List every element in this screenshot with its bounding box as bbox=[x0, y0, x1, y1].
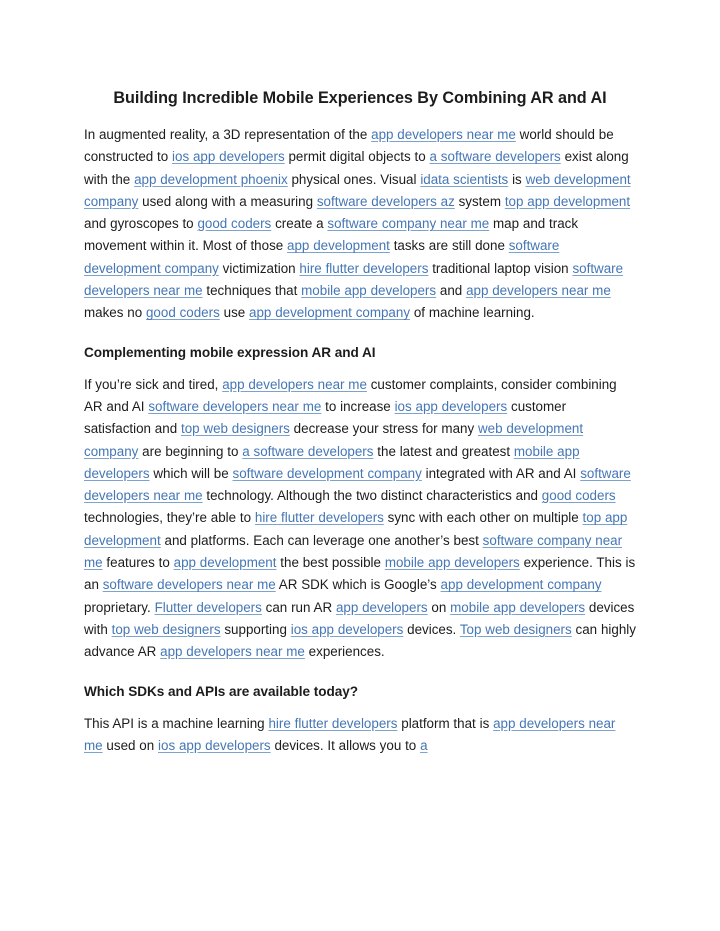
document-content: Building Incredible Mobile Experiences B… bbox=[84, 84, 636, 757]
inline-text: devices. bbox=[403, 621, 460, 637]
inline-text: features to bbox=[102, 555, 174, 571]
inline-text: the best possible bbox=[276, 555, 385, 571]
inline-link[interactable]: a software developers bbox=[430, 149, 561, 164]
inline-link[interactable]: ios app developers bbox=[158, 738, 271, 753]
inline-text: can run AR bbox=[261, 599, 336, 615]
inline-link[interactable]: mobile app developers bbox=[450, 600, 585, 615]
inline-text: tasks are still done bbox=[389, 238, 509, 254]
inline-link[interactable]: software developers near me bbox=[103, 577, 276, 592]
inline-link[interactable]: mobile app developers bbox=[301, 283, 436, 298]
inline-link[interactable]: hire flutter developers bbox=[268, 716, 397, 731]
inline-link[interactable]: good coders bbox=[542, 488, 616, 503]
inline-text: which will be bbox=[149, 465, 233, 481]
inline-text: victimization bbox=[218, 260, 300, 276]
inline-text: of machine learning. bbox=[410, 305, 535, 321]
inline-link[interactable]: good coders bbox=[146, 305, 220, 320]
inline-link[interactable]: ios app developers bbox=[291, 622, 404, 637]
inline-text: to increase bbox=[321, 398, 395, 414]
inline-link[interactable]: idata scientists bbox=[420, 172, 508, 187]
inline-text: and bbox=[436, 283, 467, 299]
inline-link[interactable]: software developers az bbox=[317, 194, 455, 209]
inline-text: physical ones. Visual bbox=[287, 171, 421, 187]
inline-link[interactable]: hire flutter developers bbox=[255, 510, 384, 525]
inline-link[interactable]: a software developers bbox=[242, 444, 373, 459]
inline-text: techniques that bbox=[202, 283, 302, 299]
inline-text: In augmented reality, a 3D representatio… bbox=[84, 127, 372, 142]
inline-link[interactable]: Top web designers bbox=[460, 622, 572, 637]
document-page: Building Incredible Mobile Experiences B… bbox=[0, 0, 720, 931]
inline-link[interactable]: app developers near me bbox=[222, 377, 367, 392]
inline-text: and platforms. Each can leverage one ano… bbox=[160, 532, 483, 548]
section-heading-sdks-apis: Which SDKs and APIs are available today? bbox=[84, 682, 636, 702]
inline-text: AR SDK which is Google’s bbox=[275, 577, 441, 593]
inline-text: makes no bbox=[84, 305, 146, 321]
inline-link[interactable]: Flutter developers bbox=[155, 600, 262, 615]
inline-link[interactable]: app development phoenix bbox=[134, 172, 288, 187]
page-title: Building Incredible Mobile Experiences B… bbox=[84, 84, 636, 112]
inline-text: on bbox=[427, 599, 451, 615]
inline-text: permit digital objects to bbox=[284, 149, 430, 165]
inline-text: Complementing mobile expression AR and A… bbox=[84, 344, 376, 360]
inline-link[interactable]: app developers near me bbox=[160, 644, 305, 659]
inline-text: used along with a measuring bbox=[138, 193, 317, 209]
inline-link[interactable]: software company near me bbox=[327, 216, 489, 231]
inline-text: This API is a machine learning bbox=[84, 715, 269, 731]
inline-text: is bbox=[508, 171, 526, 187]
inline-text: system bbox=[454, 193, 505, 209]
inline-link[interactable]: top app development bbox=[505, 194, 630, 209]
section-heading-complementing: Complementing mobile expression AR and A… bbox=[84, 343, 636, 363]
inline-text: use bbox=[219, 305, 250, 321]
inline-link[interactable]: good coders bbox=[197, 216, 271, 231]
inline-text: devices. It allows you to bbox=[270, 737, 421, 753]
inline-link[interactable]: hire flutter developers bbox=[299, 261, 428, 276]
inline-link[interactable]: ios app developers bbox=[395, 399, 508, 414]
inline-text: and gyroscopes to bbox=[84, 216, 198, 232]
inline-link[interactable]: app developers bbox=[336, 600, 428, 615]
inline-text: Building Incredible Mobile Experiences B… bbox=[113, 89, 607, 107]
inline-text: platform that is bbox=[397, 715, 494, 731]
inline-text: Which SDKs and APIs are available today? bbox=[84, 683, 358, 699]
inline-text: technologies, they’re able to bbox=[84, 510, 255, 526]
inline-link[interactable]: app development company bbox=[441, 577, 602, 592]
inline-text: the latest and greatest bbox=[373, 443, 514, 459]
inline-text: create a bbox=[271, 216, 328, 232]
inline-text: are beginning to bbox=[138, 443, 243, 459]
inline-link[interactable]: app development bbox=[174, 555, 277, 570]
inline-link[interactable]: app development company bbox=[249, 305, 410, 320]
inline-text: technology. Although the two distinct ch… bbox=[202, 488, 542, 504]
inline-link[interactable]: app developers near me bbox=[466, 283, 611, 298]
paragraph-intro: In augmented reality, a 3D representatio… bbox=[84, 124, 636, 325]
inline-link[interactable]: mobile app developers bbox=[385, 555, 520, 570]
inline-link[interactable]: ios app developers bbox=[172, 149, 285, 164]
inline-text: traditional laptop vision bbox=[428, 260, 573, 276]
inline-text: used on bbox=[102, 737, 159, 753]
inline-text: If you’re sick and tired, bbox=[84, 376, 223, 392]
inline-link[interactable]: software development company bbox=[233, 466, 422, 481]
inline-text: supporting bbox=[220, 621, 291, 637]
inline-text: integrated with AR and AI bbox=[421, 465, 581, 481]
inline-link[interactable]: app development bbox=[287, 238, 390, 253]
inline-link[interactable]: top web designers bbox=[112, 622, 221, 637]
paragraph-complementing: If you’re sick and tired, app developers… bbox=[84, 374, 636, 664]
inline-text: experiences. bbox=[304, 644, 385, 660]
inline-text: decrease your stress for many bbox=[289, 421, 479, 437]
inline-link[interactable]: software developers near me bbox=[148, 399, 321, 414]
inline-link[interactable]: top web designers bbox=[181, 421, 290, 436]
inline-link[interactable]: a bbox=[420, 738, 427, 753]
paragraph-sdks-apis: This API is a machine learning hire flut… bbox=[84, 713, 636, 758]
inline-link[interactable]: app developers near me bbox=[371, 127, 516, 142]
inline-text: sync with each other on multiple bbox=[383, 510, 583, 526]
inline-text: proprietary. bbox=[84, 599, 155, 615]
